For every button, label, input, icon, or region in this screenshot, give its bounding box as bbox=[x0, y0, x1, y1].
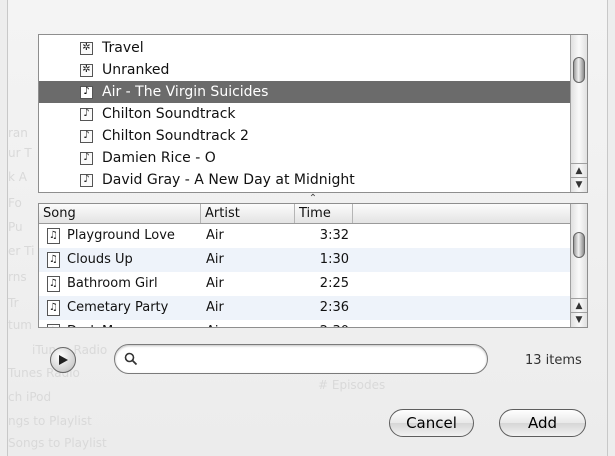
ghost-label: ngs to Playlist bbox=[8, 414, 92, 428]
table-row[interactable]: ♫ Cemetary Party Air 2:36 bbox=[39, 296, 570, 320]
playlist-icon: ♪ bbox=[80, 173, 93, 187]
ghost-label: k A bbox=[8, 170, 27, 184]
playlist-item-label: Travel bbox=[102, 40, 144, 56]
song-time: 2:36 bbox=[319, 300, 349, 315]
playlist-list[interactable]: ✲ Travel ✲ Unranked ♪ Air - The Virgin Suicid… bbox=[38, 34, 588, 193]
song-name: Clouds Up bbox=[67, 252, 133, 267]
playlist-item-label: Chilton Soundtrack bbox=[102, 106, 236, 122]
song-time: 2:25 bbox=[319, 276, 349, 291]
pane-splitter[interactable]: ⌃ bbox=[38, 193, 588, 204]
song-table-header: Song Artist Time bbox=[39, 204, 570, 224]
playlist-icon: ♪ bbox=[80, 85, 93, 99]
song-scrollbar[interactable]: ▲ ▼ bbox=[570, 204, 587, 327]
playlist-item[interactable]: ✲ Travel bbox=[39, 37, 570, 59]
song-scroll-up-arrow-icon[interactable]: ▲ bbox=[571, 298, 587, 313]
song-name: Cemetary Party bbox=[67, 300, 169, 315]
scroll-up-arrow-icon[interactable]: ▲ bbox=[571, 163, 587, 178]
song-time: 1:30 bbox=[319, 252, 349, 267]
playlist-item[interactable]: ♪ Damien Rice - O bbox=[39, 147, 570, 169]
search-icon bbox=[124, 352, 138, 366]
ghost-label: Pu bbox=[8, 220, 23, 234]
smart-playlist-icon: ✲ bbox=[80, 63, 93, 77]
column-header-song[interactable]: Song bbox=[39, 204, 201, 223]
table-row[interactable]: ♫ Dark Messages Air2:30 bbox=[39, 320, 570, 327]
add-to-playlist-sheet: ran ur Tk A Fo Pu er Ti rns Tr tum iTunes Radio T… bbox=[7, 0, 608, 456]
song-file-icon: ♫ bbox=[47, 228, 60, 244]
playlist-item[interactable]: ♪ Chilton Soundtrack 2 bbox=[39, 125, 570, 147]
ghost-label: Fo bbox=[8, 196, 22, 210]
playlist-item[interactable]: ♪ Air - The Virgin Suicides bbox=[39, 81, 570, 103]
playlist-scrollbar[interactable]: ▲ ▼ bbox=[570, 35, 587, 192]
song-artist: Air bbox=[206, 320, 294, 327]
column-header-artist[interactable]: Artist bbox=[201, 204, 295, 223]
search-input[interactable] bbox=[145, 350, 479, 370]
song-scroll-down-arrow-icon[interactable]: ▼ bbox=[571, 312, 587, 327]
ghost-label: ch iPod bbox=[8, 390, 52, 404]
ghost-label: # Episodes bbox=[318, 378, 386, 392]
song-artist: Air bbox=[206, 228, 224, 243]
add-button[interactable]: Add bbox=[499, 409, 586, 437]
playlist-item[interactable]: ♪ Chilton Soundtrack bbox=[39, 103, 570, 125]
song-file-icon: ♫ bbox=[47, 252, 60, 268]
playlist-item-label: Chilton Soundtrack 2 bbox=[102, 128, 249, 144]
playlist-item-label: Damien Rice - O bbox=[102, 150, 216, 166]
song-scroll-thumb[interactable] bbox=[573, 232, 585, 258]
playlist-item[interactable]: ✲ Unranked bbox=[39, 59, 570, 81]
song-name: Playground Love bbox=[67, 228, 175, 243]
playlist-item-label: Air - The Virgin Suicides bbox=[102, 84, 269, 100]
playlist-scroll-thumb[interactable] bbox=[573, 57, 585, 83]
song-file-icon: ♫ bbox=[47, 324, 60, 327]
item-count: 13 items bbox=[525, 353, 582, 368]
playlist-icon: ♪ bbox=[80, 129, 93, 143]
playlist-icon: ♪ bbox=[80, 107, 93, 121]
table-row[interactable]: ♫ Bathroom Girl Air 2:25 bbox=[39, 272, 570, 296]
search-field[interactable] bbox=[114, 344, 488, 374]
playlist-item-label: David Gray - A New Day at Midnight bbox=[102, 172, 355, 188]
ghost-label: rns bbox=[8, 270, 27, 284]
song-time: 3:32 bbox=[319, 228, 349, 243]
play-icon bbox=[59, 355, 68, 365]
playlist-item[interactable]: ♪ David Gray - A New Day at Midnight bbox=[39, 169, 570, 191]
table-row[interactable]: ♫ Clouds Up Air 1:30 bbox=[39, 248, 570, 272]
smart-playlist-icon: ✲ bbox=[80, 41, 93, 55]
song-name: Dark Messages bbox=[67, 320, 201, 327]
song-table[interactable]: Song Artist Time ♫ Playground Love Air 3:32… bbox=[38, 203, 588, 328]
song-time: 2:30 bbox=[295, 320, 349, 327]
song-name: Bathroom Girl bbox=[67, 276, 158, 291]
ghost-label: Songs to Playlist bbox=[8, 436, 107, 450]
playlist-item-label: Unranked bbox=[102, 62, 170, 78]
ghost-label: ur T bbox=[8, 146, 32, 160]
preview-play-button[interactable] bbox=[50, 347, 76, 373]
song-artist: Air bbox=[206, 252, 224, 267]
song-file-icon: ♫ bbox=[47, 276, 60, 292]
playlist-icon: ♪ bbox=[80, 151, 93, 165]
song-file-icon: ♫ bbox=[47, 300, 60, 316]
cancel-button[interactable]: Cancel bbox=[389, 409, 474, 437]
ghost-label: er Ti bbox=[8, 244, 35, 258]
table-row[interactable]: ♫ Playground Love Air 3:32 bbox=[39, 224, 570, 248]
ghost-label: Tr bbox=[8, 296, 19, 310]
song-artist: Air bbox=[206, 300, 224, 315]
ghost-label: tum bbox=[8, 318, 32, 332]
ghost-label: ran bbox=[8, 126, 28, 140]
scroll-down-arrow-icon[interactable]: ▼ bbox=[571, 177, 587, 192]
song-artist: Air bbox=[206, 276, 224, 291]
column-header-time[interactable]: Time bbox=[295, 204, 353, 223]
